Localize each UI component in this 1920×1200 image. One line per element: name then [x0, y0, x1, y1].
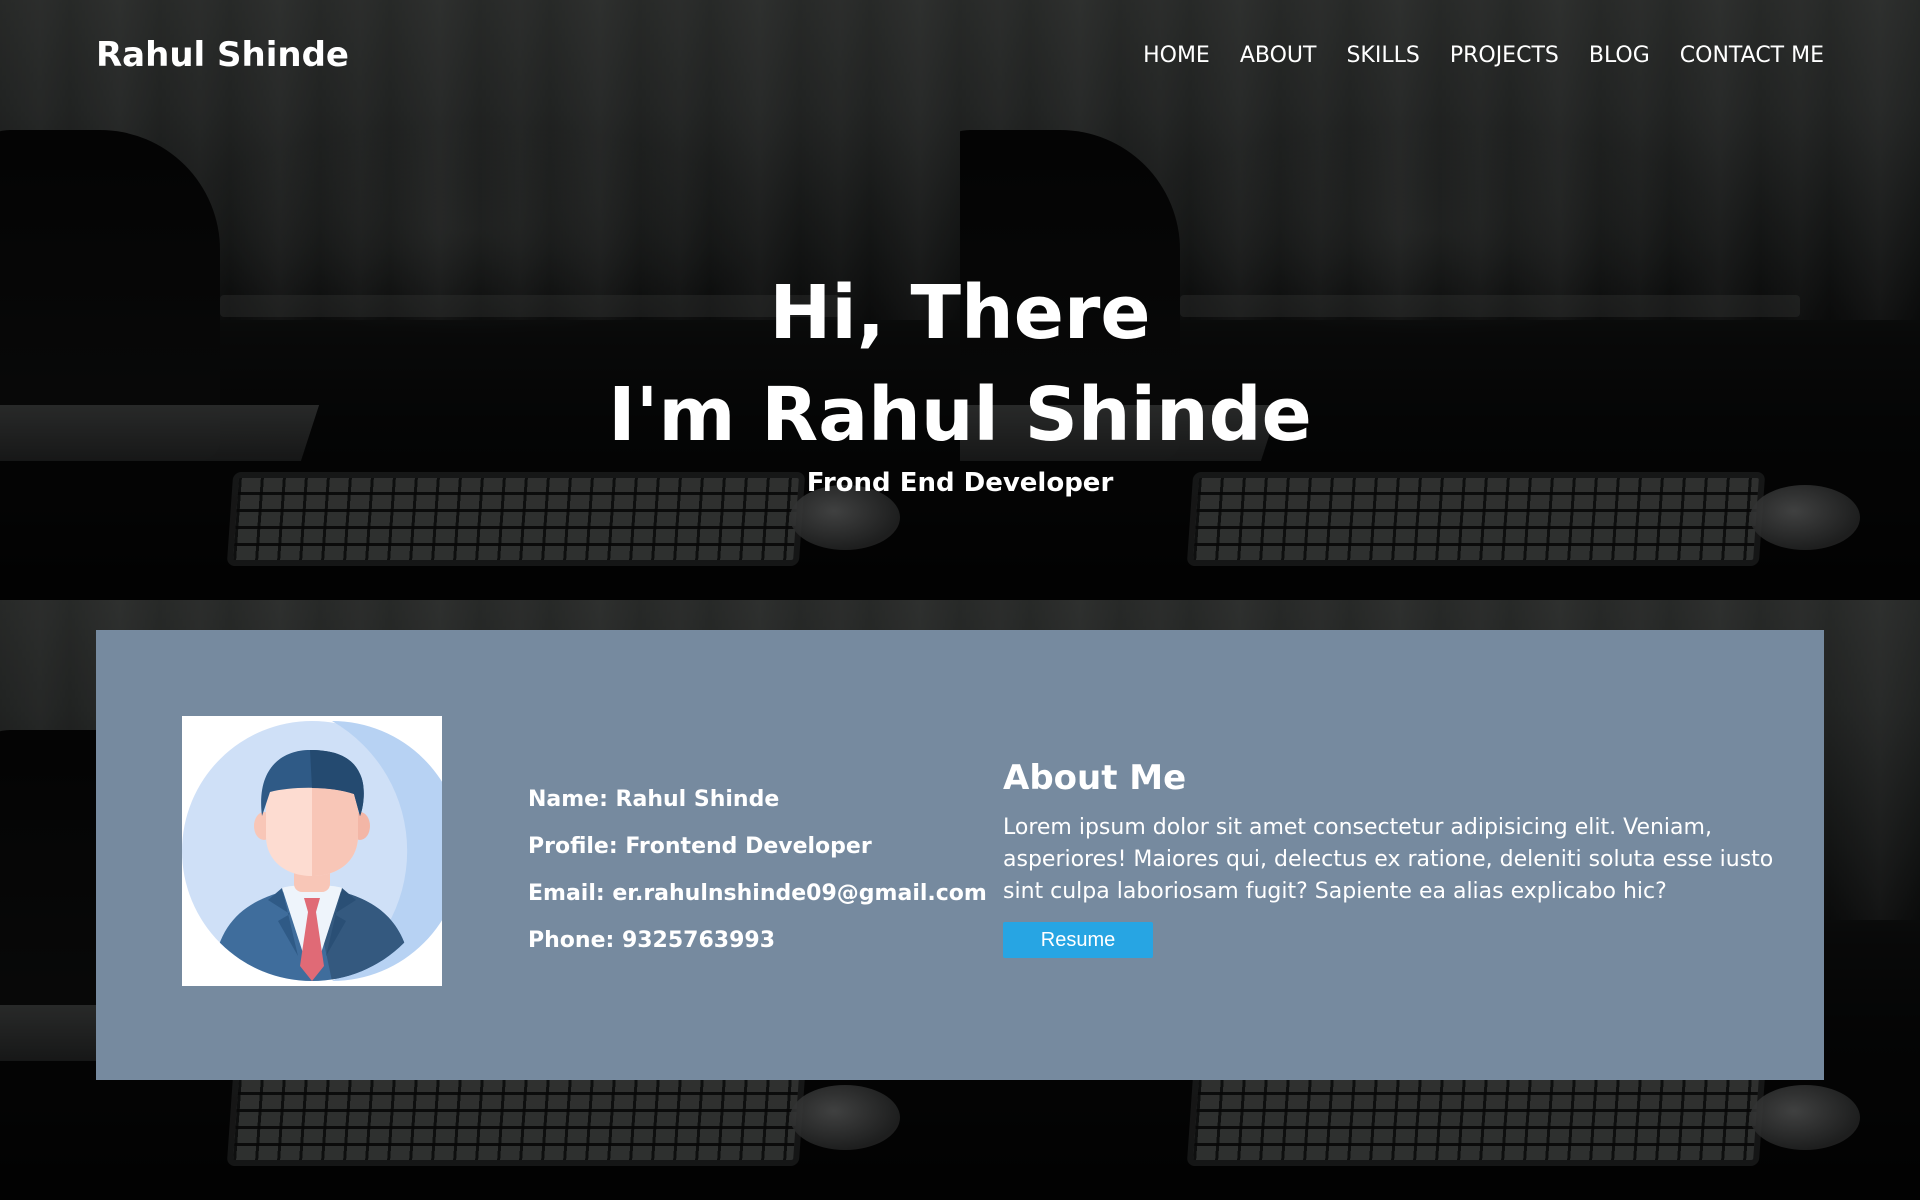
nav-link-projects[interactable]: PROJECTS — [1450, 43, 1559, 68]
personal-info-list: Name: Rahul Shinde Profile: Frontend Dev… — [528, 776, 987, 964]
info-name: Name: Rahul Shinde — [528, 787, 780, 812]
hero-intro: I'm Rahul Shinde — [608, 372, 1312, 458]
nav-link-about[interactable]: ABOUT — [1240, 43, 1317, 68]
nav-links: HOME ABOUT SKILLS PROJECTS BLOG CONTACT … — [1143, 43, 1824, 68]
navbar: Rahul Shinde HOME ABOUT SKILLS PROJECTS … — [96, 30, 1824, 80]
nav-link-home[interactable]: HOME — [1143, 43, 1210, 68]
about-paragraph: Lorem ipsum dolor sit amet consectetur a… — [1003, 815, 1774, 904]
info-phone: Phone: 9325763993 — [528, 928, 776, 953]
about-content: About Me Lorem ipsum dolor sit amet cons… — [1003, 756, 1783, 958]
businessman-avatar-icon — [182, 721, 442, 981]
nav-link-skills[interactable]: SKILLS — [1346, 43, 1419, 68]
nav-link-contact[interactable]: CONTACT ME — [1680, 43, 1824, 68]
resume-button[interactable]: Resume — [1003, 922, 1153, 958]
hero-greeting: Hi, There — [769, 270, 1151, 356]
about-section: Name: Rahul Shinde Profile: Frontend Dev… — [96, 630, 1824, 1080]
about-title: About Me — [1003, 758, 1187, 798]
info-profile: Profile: Frontend Developer — [528, 834, 872, 859]
hero-section: Hi, There I'm Rahul Shinde Frond End Dev… — [0, 262, 1920, 498]
hero-role: Frond End Developer — [806, 468, 1114, 498]
portfolio-page: Rahul Shinde HOME ABOUT SKILLS PROJECTS … — [0, 0, 1920, 1200]
avatar — [182, 716, 442, 986]
info-email: Email: er.rahulnshinde09@gmail.com — [528, 881, 987, 906]
brand-logo[interactable]: Rahul Shinde — [96, 35, 349, 75]
nav-link-blog[interactable]: BLOG — [1589, 43, 1650, 68]
